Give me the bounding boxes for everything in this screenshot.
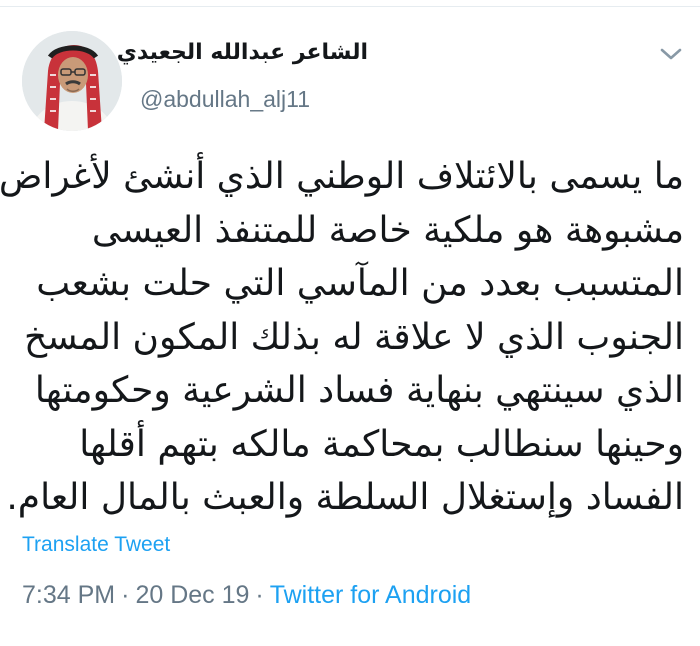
tweet-text-line: وحينها سنطالب بمحاكمة مالكه بتهم أقلها: [79, 423, 684, 465]
tweet-time[interactable]: 7:34 PM: [22, 581, 115, 609]
meta-separator: ·: [121, 581, 130, 609]
author-display-name[interactable]: الشاعر عبدالله الجعيدي: [117, 40, 368, 65]
tweet-meta: 7:34 PM · 20 Dec 19 · Twitter for Android: [22, 581, 471, 610]
tweet-text: ما يسمى بالائتلاف الوطني الذي أنشئ لأغرا…: [0, 150, 684, 525]
tweet-source-link[interactable]: Twitter for Android: [270, 581, 471, 609]
tweet-card: الشاعر عبدالله الجعيدي @abdullah_alj11 م…: [0, 0, 700, 646]
translate-tweet-link[interactable]: Translate Tweet: [22, 533, 170, 557]
meta-separator: ·: [255, 581, 264, 609]
avatar[interactable]: [22, 31, 122, 131]
avatar-photo: [22, 31, 122, 131]
chevron-down-icon[interactable]: [658, 44, 684, 64]
tweet-text-line: الذي سينتهي بنهاية فساد الشرعية وحكومتها: [34, 370, 684, 411]
tweet-text-line: مشبوهة هو ملكية خاصة للمتنفذ العيسى: [91, 209, 684, 251]
tweet-text-line: الفساد وإستغلال السلطة والعبث بالمال الع…: [6, 477, 684, 518]
divider: [0, 6, 700, 7]
tweet-text-line: الجنوب الذي لا علاقة له بذلك المكون المس…: [23, 316, 684, 358]
tweet-text-line: المتسبب بعدد من المآسي التي حلت بشعب: [36, 263, 684, 304]
author-handle[interactable]: @abdullah_alj11: [140, 86, 310, 113]
tweet-text-line: ما يسمى بالائتلاف الوطني الذي أنشئ لأغرا…: [0, 156, 684, 197]
tweet-date[interactable]: 20 Dec 19: [135, 581, 249, 609]
